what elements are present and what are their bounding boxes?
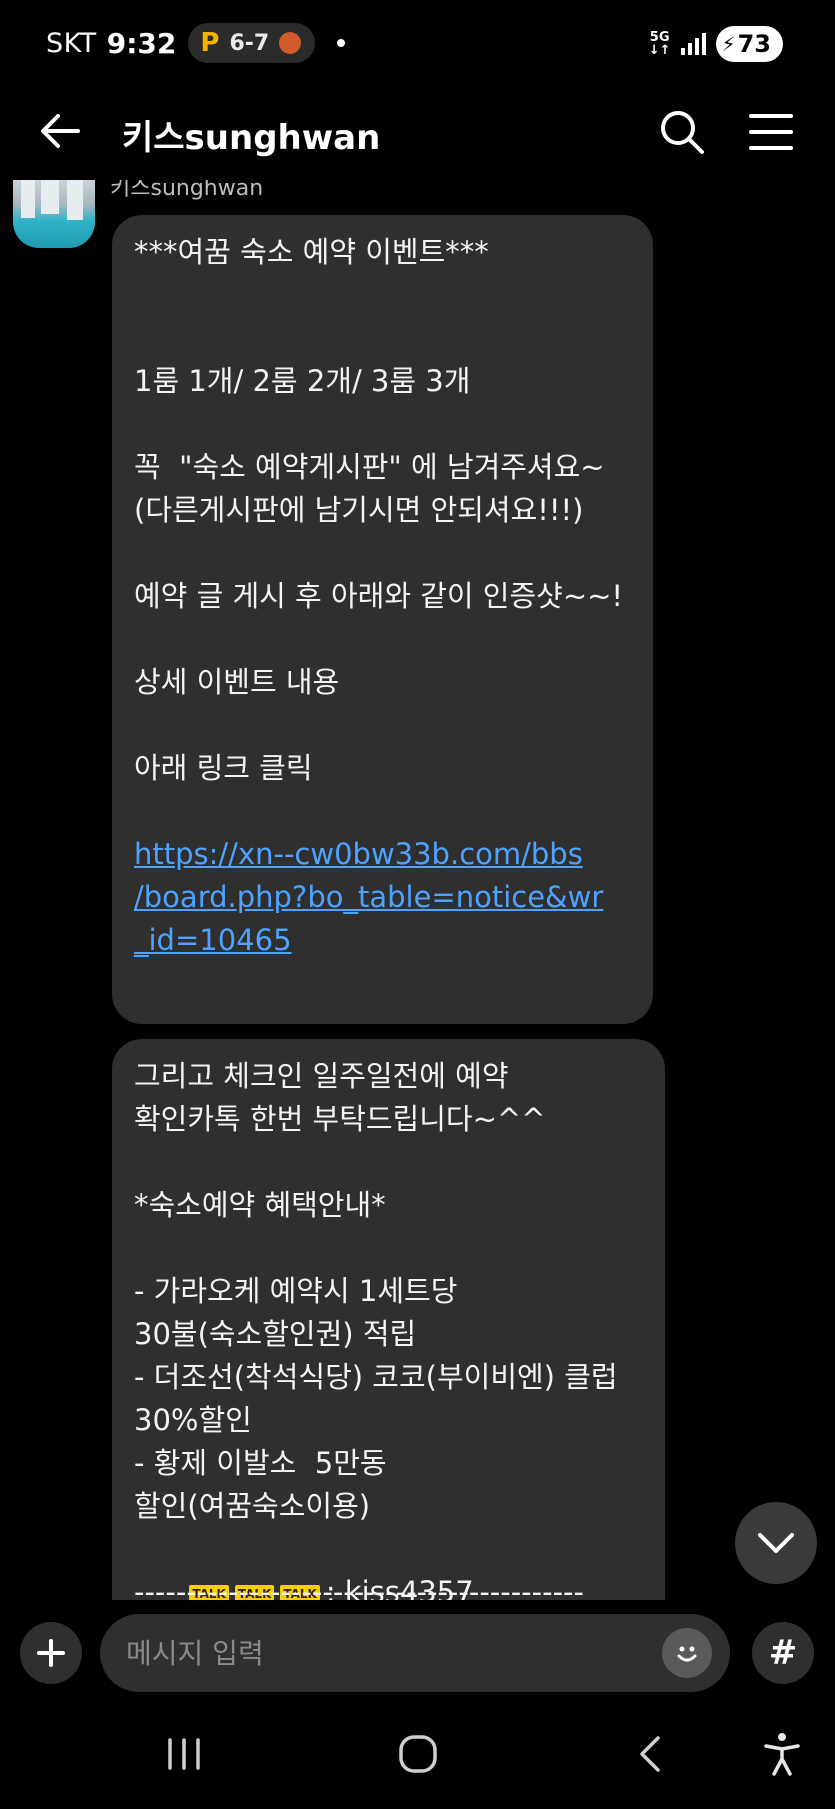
back-button[interactable] [36,106,86,156]
emoji-button[interactable] [662,1628,712,1678]
app-bar: 키스sunghwan [0,84,835,180]
message-line: ***여꿈 숙소 예약 이벤트*** [134,235,489,269]
plus-icon [37,1639,65,1667]
smiley-icon [677,1646,697,1662]
message-line: - 황제 이발소 5만동 [134,1446,387,1480]
system-back-button[interactable] [622,1730,682,1778]
message-line [134,1227,643,1270]
live-score-badge[interactable]: P 6-7 [188,23,316,63]
message-line: - 더조선(착석식당) 코코(부이비엔) 클럽 [134,1360,618,1394]
search-icon [661,111,704,154]
carrier-label: SKT [46,27,97,59]
chat-title: 키스sunghwan [122,118,381,158]
message-line: 꼭 "숙소 예약게시판" 에 남겨주셔요~ [134,450,605,484]
chevron-down-icon [758,1533,794,1553]
message-link[interactable]: /board.php?bo_table=notice&wr [134,876,631,919]
message-line: 1룸 1개/ 2룸 2개/ 3룸 3개 [134,364,471,398]
message-link[interactable]: _id=10465 [134,919,631,962]
battery-indicator: ⚡ 73 [715,26,783,62]
message-line [134,704,631,747]
hashtag-button[interactable]: # [752,1622,814,1684]
score-text: 6-7 [229,30,270,56]
charging-icon: ⚡ [721,32,736,56]
hashtag-icon: # [768,1633,798,1673]
contact-line: TALK TALK TALK: kiss4357 [134,1528,643,1600]
notification-dot-icon [337,39,346,47]
recent-apps-icon [168,1738,200,1770]
system-nav-bar [0,1700,835,1809]
battery-level: 73 [737,30,771,58]
attach-button[interactable] [20,1622,82,1684]
recent-apps-button[interactable] [154,1730,214,1778]
message-line: 할인(여꿈숙소이용) [134,1489,371,1523]
message-line: 30불(숙소할인권) 적립 [134,1317,417,1351]
signal-strength-icon [680,33,706,55]
network-5g-icon: 5G ↓↑ [648,30,671,58]
message-line [134,317,631,360]
chevron-left-icon [640,1736,660,1772]
sender-avatar[interactable] [13,180,95,248]
scroll-to-bottom-button[interactable] [735,1502,817,1584]
message-input-bar: # [0,1600,835,1700]
message-line: (다른게시판에 남기시면 안되셔요!!!) [134,493,584,527]
status-bar: SKT 9:32 P 6-7 5G ↓↑ ⚡ 73 [0,0,835,84]
message-field [100,1614,730,1692]
accessibility-icon [764,1733,800,1776]
message-line [134,790,631,833]
message-line [134,532,631,575]
message-bubble[interactable]: ***여꿈 숙소 예약 이벤트*** 1룸 1개/ 2룸 2개/ 3룸 3개 꼭… [112,215,653,1024]
status-right: 5G ↓↑ ⚡ 73 [649,24,783,64]
message-line: 아래 링크 클릭 [134,751,313,785]
message-bubble[interactable]: 그리고 체크인 일주일전에 예약 확인카톡 한번 부탁드립니다~^^ *숙소예약… [112,1039,665,1600]
message-line: 상세 이벤트 내용 [134,665,340,699]
divider-line: ----------------------------------------… [134,1575,584,1600]
home-button[interactable] [388,1730,448,1778]
message-link[interactable]: https://xn--cw0bw33b.com/bbs [134,833,631,876]
message-line: 그리고 체크인 일주일전에 예약 [134,1059,509,1093]
message-line: - 가라오케 예약시 1세트당 [134,1274,458,1308]
message-line [134,618,631,661]
message-line [134,1141,643,1184]
arrow-left-icon [41,114,80,148]
message-input[interactable] [126,1614,646,1692]
search-button[interactable] [658,108,706,156]
status-time: 9:32 [106,26,177,60]
menu-button[interactable] [748,110,794,154]
chat-area[interactable]: 키스sunghwan ***여꿈 숙소 예약 이벤트*** 1룸 1개/ 2룸 … [0,180,835,1600]
score-league-icon: P [200,28,220,58]
hamburger-menu-icon [749,114,793,150]
sender-name: 키스sunghwan [110,180,264,201]
team-logo-icon [279,32,302,54]
home-icon [399,1735,437,1773]
status-left: SKT 9:32 P 6-7 [46,22,346,64]
message-line: 30%할인 [134,1403,252,1437]
message-line [134,403,631,446]
accessibility-button[interactable] [752,1730,812,1778]
message-line: 확인카톡 한번 부탁드립니다~^^ [134,1102,546,1136]
message-line [134,274,631,317]
message-line: *숙소예약 혜택안내* [134,1188,386,1222]
message-line: 예약 글 게시 후 아래와 같이 인증샷~~! [134,579,624,613]
